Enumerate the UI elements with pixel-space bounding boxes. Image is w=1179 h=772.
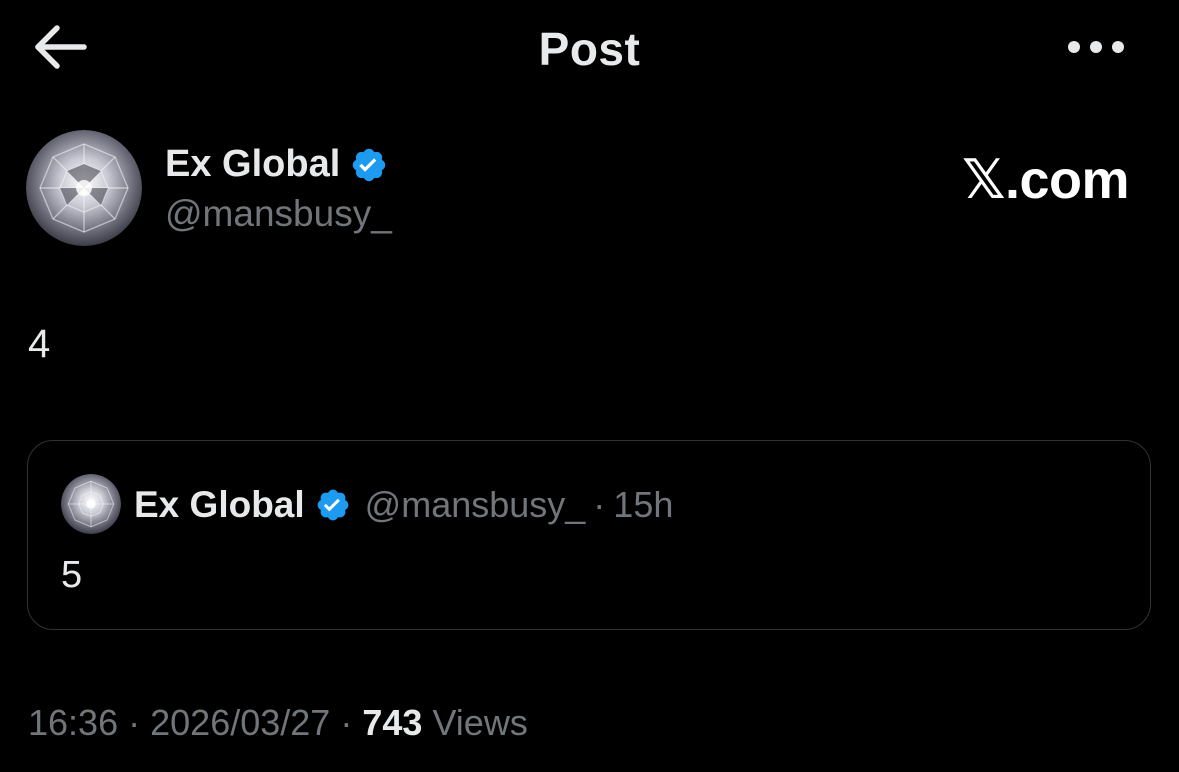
top-bar: Post <box>0 0 1179 96</box>
post-meta-row: 16:36 · 2026/03/27 · 743 Views <box>28 702 528 744</box>
post-date: 2026/03/27 <box>150 702 331 743</box>
quoted-post-time: 15h <box>613 484 674 525</box>
quoted-post-card[interactable]: Ex Global @mansbusy_ · 15h 5 <box>27 440 1151 630</box>
separator-dot: · <box>340 702 353 743</box>
quoted-post-header: Ex Global @mansbusy_ · 15h <box>134 484 673 526</box>
more-horizontal-icon <box>1068 41 1124 53</box>
verified-badge-icon <box>315 487 351 523</box>
more-options-button[interactable] <box>1064 30 1128 64</box>
post-text: 4 <box>28 322 51 366</box>
diamond-avatar-image <box>61 474 121 534</box>
quoted-author-name: Ex Global <box>134 484 305 525</box>
views-label[interactable]: Views <box>432 702 527 743</box>
views-count[interactable]: 743 <box>362 702 422 743</box>
verified-badge-icon[interactable] <box>350 146 388 184</box>
separator-dot: · <box>128 702 141 743</box>
author-avatar[interactable] <box>26 130 142 246</box>
quoted-post-text: 5 <box>61 554 83 596</box>
separator-dot: · <box>593 484 606 525</box>
quoted-author-handle: @mansbusy_ <box>364 484 586 525</box>
quoted-author-avatar <box>61 474 121 534</box>
author-name[interactable]: Ex Global <box>165 143 340 186</box>
diamond-avatar-image <box>26 130 142 246</box>
page-title: Post <box>538 23 641 75</box>
x-com-watermark: 𝕏.com <box>961 150 1130 210</box>
post-time: 16:36 <box>28 702 119 743</box>
author-name-row: Ex Global <box>165 143 388 186</box>
author-handle[interactable]: @mansbusy_ <box>165 193 392 235</box>
